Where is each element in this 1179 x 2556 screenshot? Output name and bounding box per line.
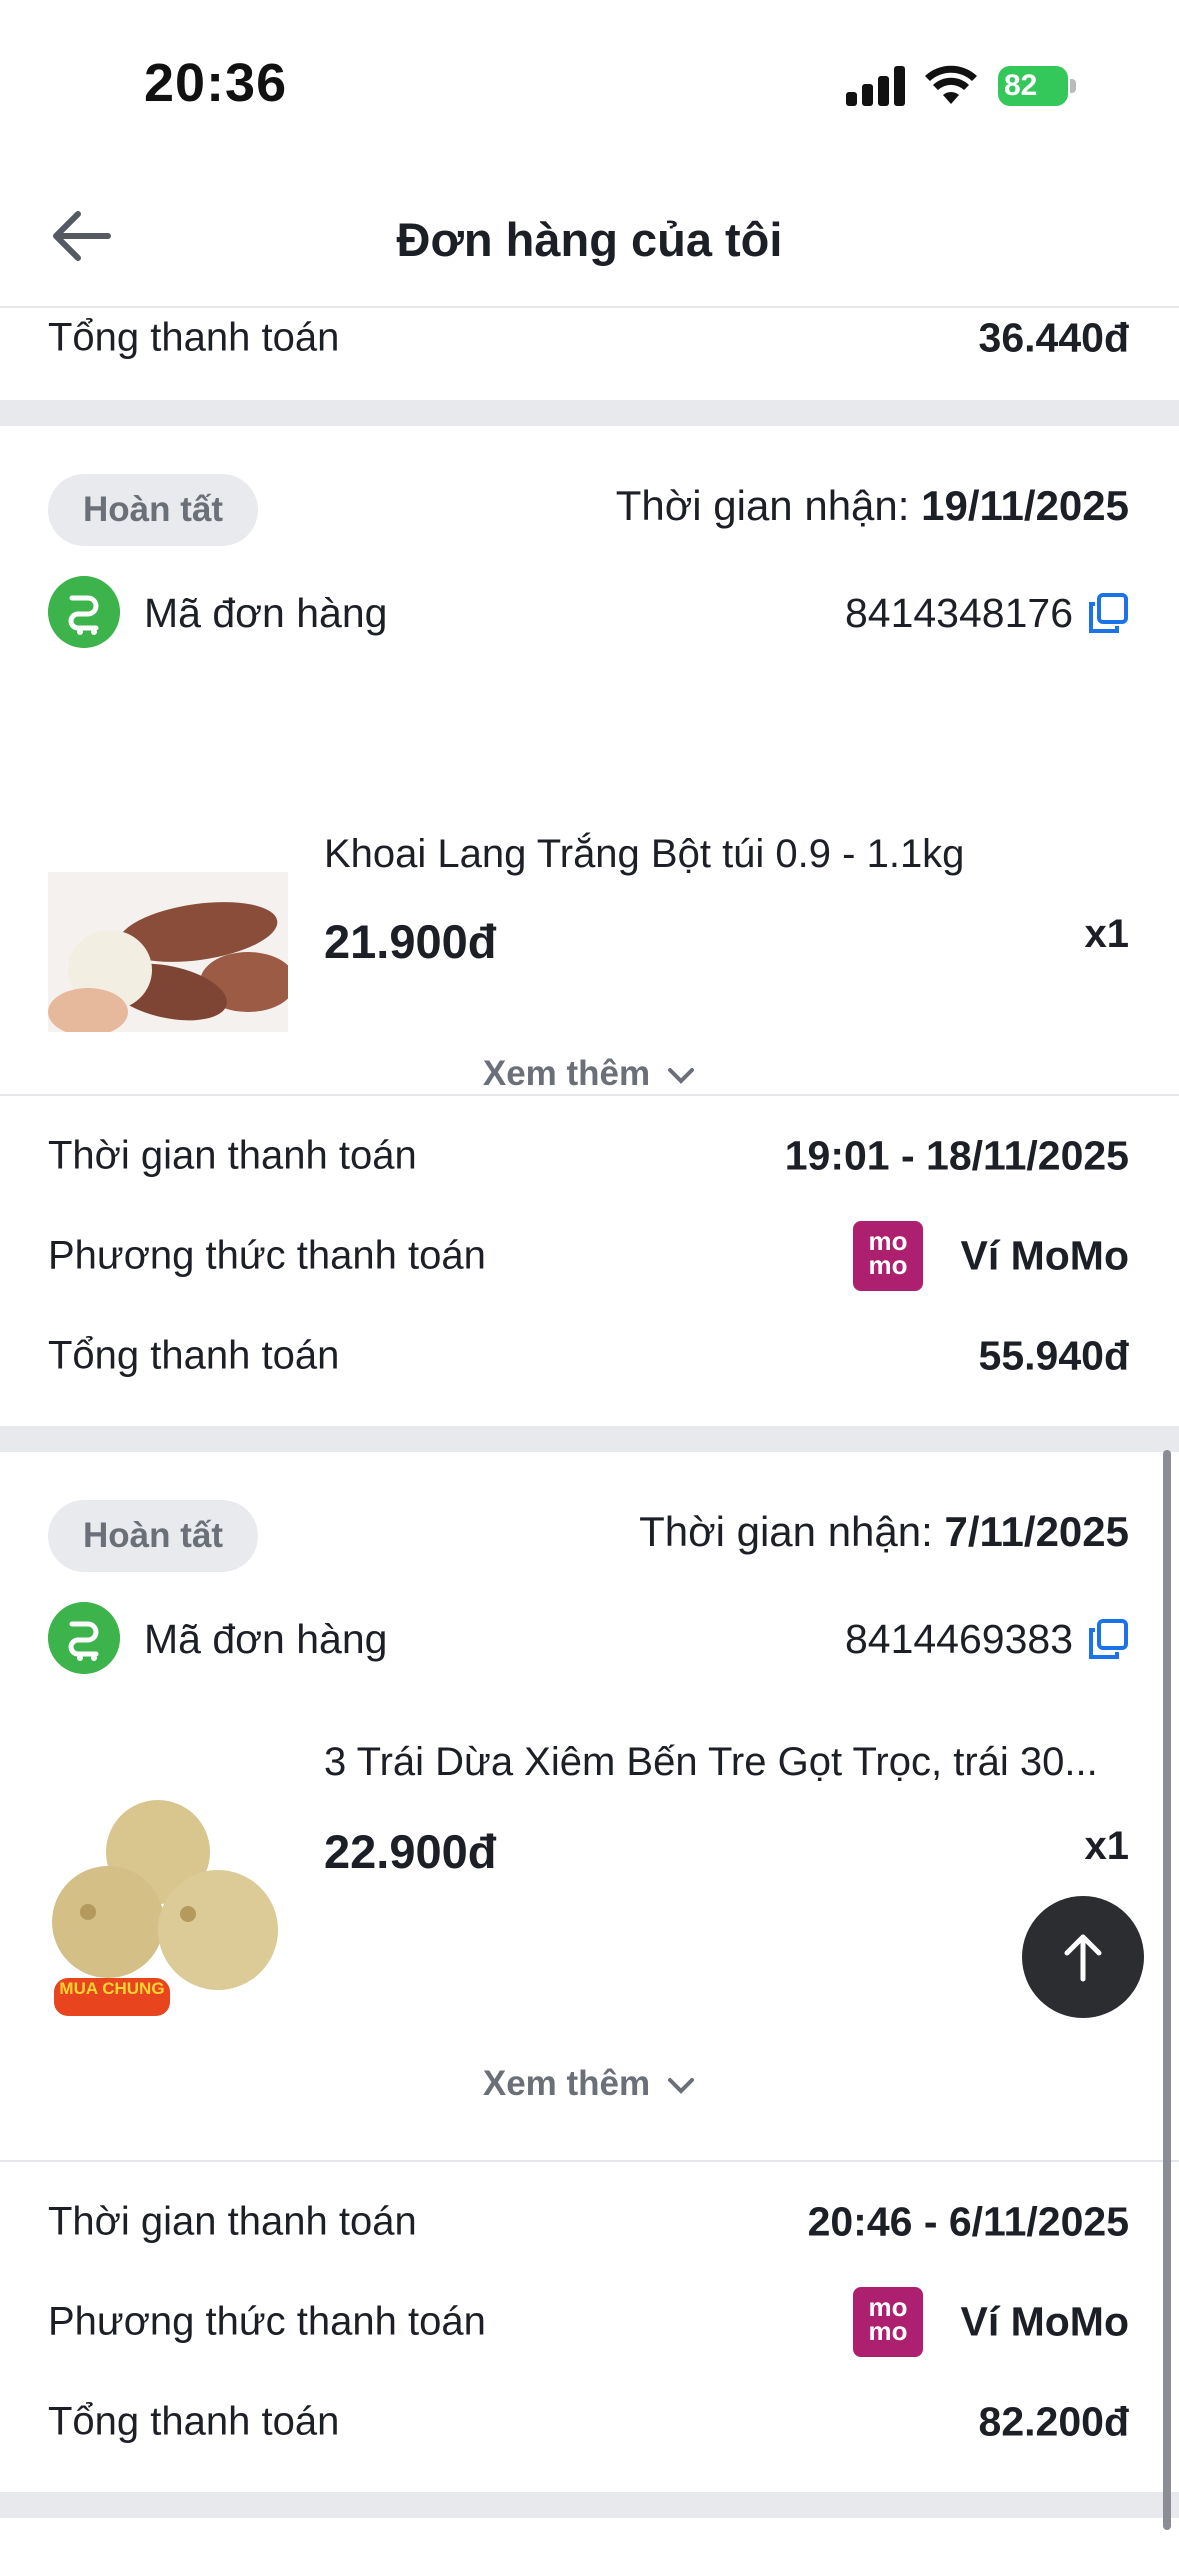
- total-row: Tổng thanh toán 82.200đ: [0, 2372, 1179, 2472]
- order-code: 8414348176: [844, 590, 1073, 636]
- section-gap: [0, 2492, 1179, 2518]
- receive-date: 7/11/2025: [944, 1508, 1129, 1555]
- chevron-down-icon: [668, 1067, 695, 1084]
- order-code-row: Mã đơn hàng 8414348176: [48, 576, 1129, 650]
- status-time: 20:36: [144, 53, 288, 113]
- cellular-signal-icon: [846, 66, 906, 106]
- payment-method-label: Phương thức thanh toán: [48, 2299, 486, 2344]
- copy-icon[interactable]: [1087, 1618, 1129, 1660]
- payment-method-row: Phương thức thanh toán mo mo Ví MoMo: [0, 2272, 1179, 2372]
- payment-time-value: 19:01 - 18/11/2025: [784, 1132, 1129, 1179]
- product-price: 21.900đ: [324, 915, 497, 968]
- product-name[interactable]: 3 Trái Dừa Xiêm Bến Tre Gọt Trọc, trái 3…: [324, 1740, 1129, 1785]
- page-title: Đơn hàng của tôi: [396, 213, 783, 266]
- scroll-to-top-button[interactable]: [1022, 1896, 1144, 2018]
- payment-time-label: Thời gian thanh toán: [48, 1133, 417, 1178]
- payment-time-label: Thời gian thanh toán: [48, 2199, 417, 2244]
- copy-icon[interactable]: [1087, 592, 1129, 634]
- total-label: Tổng thanh toán: [48, 315, 340, 360]
- previous-order-total-row: Tổng thanh toán 36.440đ: [0, 308, 1179, 400]
- order-card[interactable]: Hoàn tất Thời gian nhận: 7/11/2025 Mã đơ…: [0, 1452, 1179, 2492]
- shopping-cart-icon: [48, 1602, 120, 1674]
- total-row: Tổng thanh toán 55.940đ: [0, 1306, 1179, 1406]
- product-image[interactable]: MUA CHUNG: [48, 1782, 288, 2022]
- order-code-label: Mã đơn hàng: [144, 1616, 388, 1662]
- payment-method-row: Phương thức thanh toán mo mo Ví MoMo: [0, 1206, 1179, 1306]
- battery-icon: 82: [998, 66, 1078, 106]
- total-value: 82.200đ: [978, 2398, 1129, 2445]
- momo-logo: mo mo: [853, 1221, 923, 1291]
- battery-level: 82: [998, 66, 1068, 106]
- chevron-down-icon: [668, 2077, 695, 2094]
- receive-time: Thời gian nhận: 19/11/2025: [615, 482, 1129, 529]
- status-badge: Hoàn tất: [48, 474, 258, 546]
- scrollbar[interactable]: [1163, 1450, 1171, 2530]
- receive-date: 19/11/2025: [921, 482, 1129, 529]
- product-quantity: x1: [1084, 1824, 1130, 1868]
- order-code: 8414469383: [844, 1616, 1073, 1662]
- payment-time-row: Thời gian thanh toán 20:46 - 6/11/2025: [0, 2172, 1179, 2272]
- status-badge: Hoàn tất: [48, 1500, 258, 1572]
- total-label: Tổng thanh toán: [48, 2399, 340, 2444]
- payment-method-value: Ví MoMo: [960, 2298, 1129, 2345]
- receive-time: Thời gian nhận: 7/11/2025: [639, 1508, 1129, 1555]
- status-bar: 20:36 82: [0, 0, 1179, 160]
- total-label: Tổng thanh toán: [48, 1333, 340, 1378]
- order-card[interactable]: Hoàn tất Thời gian nhận: 19/11/2025 Mã đ…: [0, 426, 1179, 1426]
- arrow-up-icon: [1064, 1934, 1102, 1982]
- shopping-cart-icon: [48, 576, 120, 648]
- orders-list: Tổng thanh toán 36.440đ Hoàn tất Thời gi…: [0, 308, 1179, 2518]
- product-quantity: x1: [1084, 912, 1130, 956]
- payment-time-row: Thời gian thanh toán 19:01 - 18/11/2025: [0, 1106, 1179, 1206]
- momo-logo: mo mo: [853, 2287, 923, 2357]
- order-code-row: Mã đơn hàng 8414469383: [48, 1602, 1129, 1676]
- payment-method-value: Ví MoMo: [960, 1232, 1129, 1279]
- payment-method-label: Phương thức thanh toán: [48, 1233, 486, 1278]
- see-more-button[interactable]: Xem thêm: [0, 1054, 1179, 1094]
- svg-text:MUA CHUNG: MUA CHUNG: [59, 1979, 164, 1998]
- total-value: 55.940đ: [978, 1332, 1129, 1379]
- product-image[interactable]: [48, 872, 288, 1032]
- section-gap: [0, 400, 1179, 426]
- order-code-label: Mã đơn hàng: [144, 590, 388, 636]
- total-value: 36.440đ: [978, 314, 1129, 361]
- product-name[interactable]: Khoai Lang Trắng Bột túi 0.9 - 1.1kg: [324, 832, 1129, 877]
- see-more-button[interactable]: Xem thêm: [0, 2064, 1179, 2104]
- product-price: 22.900đ: [324, 1825, 497, 1878]
- top-app-bar: Đơn hàng của tôi: [0, 160, 1179, 308]
- wifi-icon: [925, 65, 977, 104]
- payment-time-value: 20:46 - 6/11/2025: [807, 2198, 1129, 2245]
- section-gap: [0, 1426, 1179, 1452]
